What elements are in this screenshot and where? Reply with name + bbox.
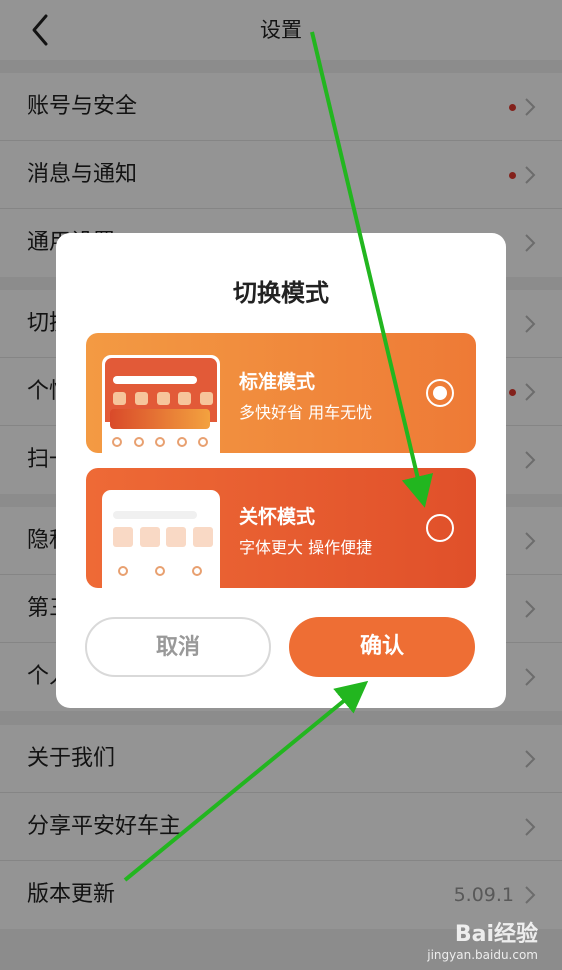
care-mode-name: 关怀模式 [239,506,316,528]
mode-switch-dialog: 切换模式 标准模式 多快好省 用车无忧 关怀模式 字体更大 操作便捷 取消 确认 [56,233,506,708]
standard-mode-preview-image [102,355,220,453]
care-mode-desc: 字体更大 操作便捷 [239,538,373,557]
care-mode-radio[interactable] [426,514,454,542]
watermark-logo: Bai经验 [454,922,538,947]
care-mode-preview-image [102,490,220,588]
watermark-url: jingyan.baidu.com [427,948,538,962]
standard-mode-option[interactable]: 标准模式 多快好省 用车无忧 [86,333,476,453]
care-mode-option[interactable]: 关怀模式 字体更大 操作便捷 [86,468,476,588]
standard-mode-desc: 多快好省 用车无忧 [239,403,373,422]
standard-mode-name: 标准模式 [239,371,316,393]
baidu-watermark: Bai经验 jingyan.baidu.com [427,916,538,962]
standard-mode-radio[interactable] [426,379,454,407]
confirm-button[interactable]: 确认 [289,617,475,677]
cancel-button[interactable]: 取消 [85,617,271,677]
dialog-title: 切换模式 [233,279,329,307]
